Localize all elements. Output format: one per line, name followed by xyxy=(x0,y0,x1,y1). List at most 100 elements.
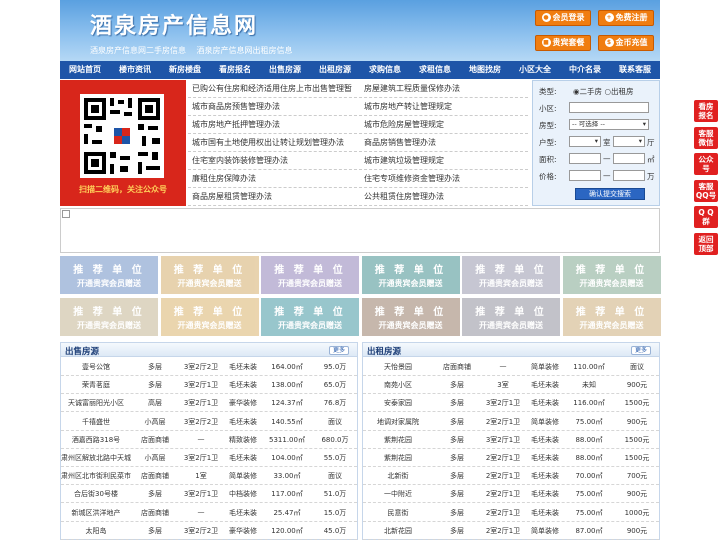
ad-slot[interactable]: 推 荐 单 位开通贵宾会员赠送 xyxy=(462,298,560,336)
policy-link[interactable]: 住宅专项维修资金管理办法 xyxy=(364,173,460,184)
table-row[interactable]: 太阳岛 多层 3室2厅2卫 豪华装修 120.00㎡ 45.0万 xyxy=(61,522,357,540)
policy-link[interactable]: 商品房屋租赁管理办法 xyxy=(192,191,272,202)
estate-name-cell[interactable]: 南苑小区 xyxy=(363,380,433,390)
nav-map[interactable]: 地图找房 xyxy=(460,61,510,79)
estate-name-cell[interactable]: 天怡景园 xyxy=(363,362,433,372)
side-official-account-button[interactable]: 公众号 xyxy=(694,153,718,175)
policy-link[interactable]: 城市房地产转让管理规定 xyxy=(364,101,452,112)
policy-link[interactable]: 城市国有土地使用权出让转让规划管理办法 xyxy=(192,137,344,148)
area-min-input[interactable] xyxy=(569,153,601,164)
estate-input[interactable] xyxy=(569,102,649,113)
estate-name-cell[interactable]: 酒嘉西路318号 xyxy=(61,435,131,445)
search-submit-button[interactable]: 确认提交搜索 xyxy=(575,188,645,200)
login-button[interactable]: ● 会员登录 xyxy=(535,10,591,26)
table-row[interactable]: 肃州区北市街利民菜市 店面商铺 1室 简单装修 33.00㎡ 面议 xyxy=(61,467,357,486)
hall-select[interactable]: ▾ xyxy=(613,136,645,147)
table-row[interactable]: 合后街30号楼 多层 3室2厅1卫 中档装修 117.00㎡ 51.0万 xyxy=(61,485,357,504)
nav-news[interactable]: 楼市资讯 xyxy=(110,61,160,79)
nav-for-sale[interactable]: 出售房源 xyxy=(260,61,310,79)
table-row[interactable]: 北新花园 多层 2室2厅1卫 简单装修 87.00㎡ 900元 xyxy=(363,522,659,540)
nav-agents[interactable]: 中介名录 xyxy=(560,61,610,79)
side-back-to-top-button[interactable]: 返回 顶部 xyxy=(694,232,718,255)
price-max-input[interactable] xyxy=(613,170,645,181)
estate-name-cell[interactable]: 民意街 xyxy=(363,508,433,518)
table-row[interactable]: 肃州区解放北路中天城 小高层 3室2厅1卫 毛坯未装 104.00㎡ 55.0万 xyxy=(61,449,357,467)
nav-estates[interactable]: 小区大全 xyxy=(510,61,560,79)
ad-slot[interactable]: 推 荐 单 位开通贵宾会员赠送 xyxy=(562,256,661,294)
side-service-qq-button[interactable]: 客服 QQ号 xyxy=(694,179,718,202)
ad-slot[interactable]: 推 荐 单 位开通贵宾会员赠送 xyxy=(361,298,460,336)
ad-slot[interactable]: 推 荐 单 位开通贵宾会员赠送 xyxy=(261,256,359,294)
estate-name-cell[interactable]: 紫荆花园 xyxy=(363,435,433,445)
estate-name-cell[interactable]: 北新花园 xyxy=(363,526,433,536)
estate-name-cell[interactable]: 地调对家属院 xyxy=(363,417,433,427)
estate-name-cell[interactable]: 太阳岛 xyxy=(61,526,131,536)
policy-link[interactable]: 城市商品房预售管理办法 xyxy=(192,101,280,112)
house-type-select[interactable]: -- 可选择 -- ▾ xyxy=(569,119,649,130)
ad-slot[interactable]: 推 荐 单 位开通贵宾会员赠送 xyxy=(160,298,259,336)
table-row[interactable]: 天怡景园 店面商铺 — 简单装修 110.00㎡ 面议 xyxy=(363,358,659,376)
ad-slot[interactable]: 推 荐 单 位开通贵宾会员赠送 xyxy=(361,256,460,294)
table-row[interactable]: 地调对家属院 多层 2室2厅1卫 简单装修 75.00㎡ 900元 xyxy=(363,413,659,431)
policy-link[interactable]: 廉租住房保障办法 xyxy=(192,173,256,184)
side-viewing-signup-button[interactable]: 看房 报名 xyxy=(694,100,718,122)
table-row[interactable]: 荣青茗庭 多层 3室2厅1卫 毛坯未装 138.00㎡ 65.0万 xyxy=(61,376,357,395)
nav-viewing-signup[interactable]: 看房报名 xyxy=(210,61,260,79)
estate-name-cell[interactable]: 一中附近 xyxy=(363,489,433,499)
table-row[interactable]: 紫荆花园 多层 3室2厅1卫 毛坯未装 88.00㎡ 1500元 xyxy=(363,431,659,449)
area-max-input[interactable] xyxy=(613,153,645,164)
policy-link[interactable]: 住宅室内装饰装修管理办法 xyxy=(192,155,288,166)
policy-link[interactable]: 房屋建筑工程质量保修办法 xyxy=(364,83,460,94)
table-row[interactable]: 壹号公馆 多层 3室2厅2卫 毛坯未装 164.00㎡ 95.0万 xyxy=(61,358,357,376)
table-row[interactable]: 一中附近 多层 2室2厅1卫 毛坯未装 75.00㎡ 900元 xyxy=(363,485,659,504)
rent-more-link[interactable]: 更多 xyxy=(630,346,651,355)
estate-name-cell[interactable]: 荣青茗庭 xyxy=(61,380,131,390)
vip-package-button[interactable]: ■ 贵宾套餐 xyxy=(535,35,591,51)
estate-name-cell[interactable]: 北新街 xyxy=(363,471,433,481)
policy-link[interactable]: 公共租赁住房管理办法 xyxy=(364,191,444,202)
policy-link[interactable]: 城市房地产抵押管理办法 xyxy=(192,119,280,130)
table-row[interactable]: 千禧盛世 小高层 3室2厅2卫 毛坯未装 140.55㎡ 面议 xyxy=(61,413,357,431)
ad-slot[interactable]: 推 荐 单 位开通贵宾会员赠送 xyxy=(462,256,560,294)
policy-link[interactable]: 城市危险房屋管理规定 xyxy=(364,119,444,130)
policy-link[interactable]: 已购公有住房和经济适用住房上市出售管理暂 xyxy=(192,83,352,94)
nav-wanted-buy[interactable]: 求购信息 xyxy=(360,61,410,79)
nav-contact[interactable]: 联系客服 xyxy=(610,61,660,79)
ad-slot[interactable]: 推 荐 单 位开通贵宾会员赠送 xyxy=(160,256,259,294)
estate-name-cell[interactable]: 肃州区北市街利民菜市 xyxy=(61,471,131,481)
banner-placeholder[interactable] xyxy=(60,208,660,253)
sale-more-link[interactable]: 更多 xyxy=(328,346,349,355)
side-qq-group-button[interactable]: Q Q群 xyxy=(694,206,718,228)
table-row[interactable]: 民意街 多层 2室2厅1卫 毛坯未装 75.00㎡ 1000元 xyxy=(363,504,659,522)
table-row[interactable]: 新城区洪洋地产 店面商铺 — 毛坯未装 25.47㎡ 15.0万 xyxy=(61,504,357,522)
table-row[interactable]: 北新街 多层 2室2厅1卫 毛坯未装 70.00㎡ 700元 xyxy=(363,467,659,486)
estate-name-cell[interactable]: 千禧盛世 xyxy=(61,417,131,427)
nav-wanted-rent[interactable]: 求租信息 xyxy=(410,61,460,79)
nav-new-homes[interactable]: 新房楼盘 xyxy=(160,61,210,79)
table-row[interactable]: 酒嘉西路318号 店面商铺 — 精致装修 5311.00㎡ 680.0万 xyxy=(61,431,357,449)
table-row[interactable]: 天诚富丽阳光小区 高层 3室2厅1卫 豪华装修 124.37㎡ 76.8万 xyxy=(61,394,357,413)
estate-name-cell[interactable]: 肃州区解放北路中天城 xyxy=(61,453,131,463)
estate-name-cell[interactable]: 合后街30号楼 xyxy=(61,489,131,499)
table-row[interactable]: 南苑小区 多层 3室 毛坯未装 未知 900元 xyxy=(363,376,659,395)
nav-home[interactable]: 网站首页 xyxy=(60,61,110,79)
table-row[interactable]: 安泰家园 多层 3室2厅1卫 毛坯未装 116.00㎡ 1500元 xyxy=(363,394,659,413)
ad-slot[interactable]: 推 荐 单 位开通贵宾会员赠送 xyxy=(562,298,661,336)
policy-link[interactable]: 商品房销售管理办法 xyxy=(364,137,436,148)
ad-slot[interactable]: 推 荐 单 位开通贵宾会员赠送 xyxy=(60,298,158,336)
recharge-button[interactable]: $ 金币充值 xyxy=(598,35,654,51)
price-min-input[interactable] xyxy=(569,170,601,181)
table-row[interactable]: 紫荆花园 多层 2室2厅1卫 毛坯未装 88.00㎡ 1500元 xyxy=(363,449,659,467)
estate-name-cell[interactable]: 天诚富丽阳光小区 xyxy=(61,398,131,408)
estate-name-cell[interactable]: 紫荆花园 xyxy=(363,453,433,463)
estate-name-cell[interactable]: 安泰家园 xyxy=(363,398,433,408)
estate-name-cell[interactable]: 壹号公馆 xyxy=(61,362,131,372)
register-button[interactable]: + 免费注册 xyxy=(598,10,654,26)
ad-slot[interactable]: 推 荐 单 位开通贵宾会员赠送 xyxy=(60,256,158,294)
estate-name-cell[interactable]: 新城区洪洋地产 xyxy=(61,508,131,518)
room-select[interactable]: ▾ xyxy=(569,136,601,147)
side-wechat-service-button[interactable]: 客服 微信 xyxy=(694,126,718,149)
nav-for-rent[interactable]: 出租房源 xyxy=(310,61,360,79)
ad-slot[interactable]: 推 荐 单 位开通贵宾会员赠送 xyxy=(261,298,359,336)
site-logo[interactable]: 酒泉房产信息网 xyxy=(90,8,258,40)
